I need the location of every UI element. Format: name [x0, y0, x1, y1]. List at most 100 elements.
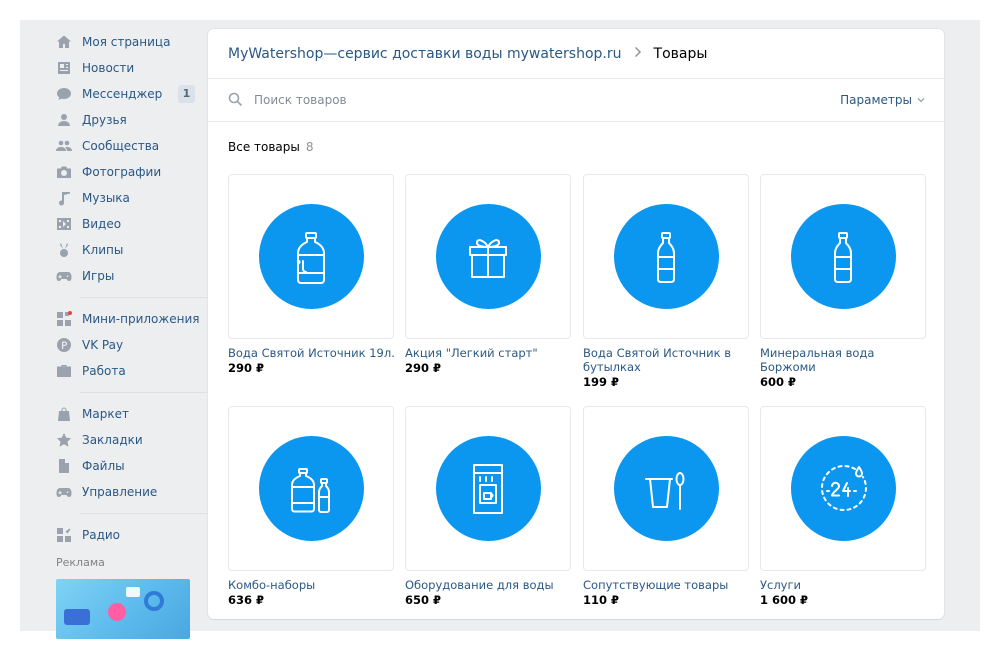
- communities-icon: [56, 138, 72, 154]
- parameters-dropdown[interactable]: Параметры: [840, 93, 926, 107]
- sidebar-group-other: Радио: [56, 522, 216, 548]
- market-bag-icon: [56, 406, 72, 422]
- product-card[interactable]: Оборудование для воды 650 ₽: [405, 406, 571, 608]
- sidebar-item-radio[interactable]: Радио: [56, 522, 216, 548]
- product-icon-circle: [258, 204, 364, 309]
- sidebar-divider: [80, 297, 212, 298]
- sidebar-item-label: VK Pay: [82, 338, 124, 352]
- ad-graphic: [144, 591, 164, 611]
- product-image[interactable]: [760, 406, 926, 571]
- sidebar-item-label: Друзья: [82, 113, 127, 127]
- sidebar-item-label: Радио: [82, 528, 121, 542]
- star-icon: [56, 432, 72, 448]
- product-price: 110 ₽: [583, 593, 620, 607]
- sidebar-item-music[interactable]: Музыка: [56, 185, 216, 211]
- product-image[interactable]: [228, 174, 394, 339]
- sidebar-item-market[interactable]: Маркет: [56, 401, 216, 427]
- product-price: 600 ₽: [760, 375, 797, 389]
- page-title: Товары: [653, 45, 708, 62]
- sidebar-item-mini-apps[interactable]: Мини-приложения: [56, 306, 216, 332]
- sidebar-item-friends[interactable]: Друзья: [56, 107, 216, 133]
- chevron-right-icon: [634, 46, 642, 62]
- product-title[interactable]: Акция "Легкий старт": [405, 346, 573, 360]
- product-card[interactable]: Комбо-наборы 636 ₽: [228, 406, 394, 608]
- video-icon: [56, 216, 72, 232]
- product-title[interactable]: Вода Святой Источник в бутылках: [583, 346, 751, 374]
- product-icon-circle: [790, 204, 896, 309]
- product-card[interactable]: Минеральная вода Боржоми 600 ₽: [760, 174, 926, 390]
- sidebar-item-vk-pay[interactable]: VK Pay: [56, 332, 216, 358]
- product-title[interactable]: Оборудование для воды: [405, 578, 573, 592]
- sidebar-item-news[interactable]: Новости: [56, 55, 216, 81]
- sidebar-item-label: Работа: [82, 364, 126, 378]
- gamepad-icon: [56, 484, 72, 500]
- sidebar-item-label: Видео: [82, 217, 122, 231]
- 24-hours-icon: [820, 464, 867, 511]
- sidebar-item-communities[interactable]: Сообщества: [56, 133, 216, 159]
- product-price: 290 ₽: [228, 361, 265, 375]
- product-card[interactable]: Вода Святой Источник в бутылках 199 ₽: [583, 174, 749, 390]
- briefcase-icon: [56, 363, 72, 379]
- product-card[interactable]: Вода Святой Источник 19л. 290 ₽: [228, 174, 396, 376]
- sidebar-item-clips[interactable]: Клипы: [56, 237, 216, 263]
- messenger-icon: [56, 86, 72, 102]
- product-image[interactable]: [583, 174, 749, 339]
- sidebar-item-video[interactable]: Видео: [56, 211, 216, 237]
- product-price: 636 ₽: [228, 593, 265, 607]
- product-title[interactable]: Вода Святой Источник 19л.: [228, 346, 396, 360]
- product-icon-circle: [613, 436, 719, 541]
- sidebar-item-label: Фотографии: [82, 165, 162, 179]
- product-title[interactable]: Сопутствующие товары: [583, 578, 751, 592]
- product-icon-circle: [258, 436, 364, 541]
- sidebar-group-tools: Маркет Закладки Файлы Управление: [56, 401, 216, 505]
- search-icon: [228, 91, 242, 110]
- search-input[interactable]: [254, 93, 841, 107]
- sidebar-item-work[interactable]: Работа: [56, 358, 216, 384]
- product-price: 290 ₽: [405, 361, 442, 375]
- product-image[interactable]: [405, 174, 571, 339]
- file-icon: [56, 458, 72, 474]
- sidebar-item-games[interactable]: Игры: [56, 263, 216, 289]
- product-icon-circle: [790, 436, 896, 541]
- water-bottle-icon: [657, 231, 675, 283]
- product-image[interactable]: [760, 174, 926, 339]
- vkpay-icon: [56, 337, 72, 353]
- sidebar-item-bookmarks[interactable]: Закладки: [56, 427, 216, 453]
- sidebar-item-management[interactable]: Управление: [56, 479, 216, 505]
- product-image[interactable]: [583, 406, 749, 571]
- breadcrumb-shop-link[interactable]: MyWatershop—сервис доставки воды mywater…: [228, 46, 622, 62]
- product-title[interactable]: Услуги: [760, 578, 928, 592]
- product-title[interactable]: Минеральная вода Боржоми: [760, 346, 928, 374]
- sidebar-item-label: Маркет: [82, 407, 129, 421]
- sidebar-item-label: Мини-приложения: [82, 312, 200, 326]
- sidebar-item-label: Моя страница: [82, 35, 171, 49]
- sidebar-item-label: Сообщества: [82, 139, 160, 153]
- sidebar-group-apps: Мини-приложения VK Pay Работа: [56, 306, 216, 384]
- cup-spoon-icon: [645, 471, 685, 510]
- product-image[interactable]: [405, 406, 571, 571]
- water-cooler-icon: [473, 463, 503, 514]
- sidebar-item-label: Закладки: [82, 433, 143, 447]
- breadcrumb: MyWatershop—сервис доставки воды mywater…: [208, 29, 944, 79]
- sidebar-item-photos[interactable]: Фотографии: [56, 159, 216, 185]
- product-icon-circle: [435, 436, 541, 541]
- sidebar-item-messenger[interactable]: Мессенджер 1: [56, 81, 216, 107]
- sidebar-item-files[interactable]: Файлы: [56, 453, 216, 479]
- sidebar-item-my-page[interactable]: Моя страница: [56, 29, 216, 55]
- combo-jug-bottle-icon: [291, 467, 330, 513]
- ad-graphic: [126, 587, 140, 597]
- product-title[interactable]: Комбо-наборы: [228, 578, 396, 592]
- sidebar-divider: [80, 392, 212, 393]
- product-icon-circle: [613, 204, 719, 309]
- product-card[interactable]: Сопутствующие товары 110 ₽: [583, 406, 749, 608]
- product-image[interactable]: [228, 406, 394, 571]
- ad-graphic: [108, 603, 126, 621]
- product-card[interactable]: Услуги 1 600 ₽: [760, 406, 926, 608]
- sidebar-item-label: Управление: [82, 485, 158, 499]
- product-card[interactable]: Акция "Легкий старт" 290 ₽: [405, 174, 571, 376]
- ad-banner-image[interactable]: [56, 579, 190, 639]
- friends-icon: [56, 112, 72, 128]
- product-price: 650 ₽: [405, 593, 442, 607]
- chevron-down-icon: [917, 98, 925, 103]
- unread-count-badge: 1: [178, 85, 195, 103]
